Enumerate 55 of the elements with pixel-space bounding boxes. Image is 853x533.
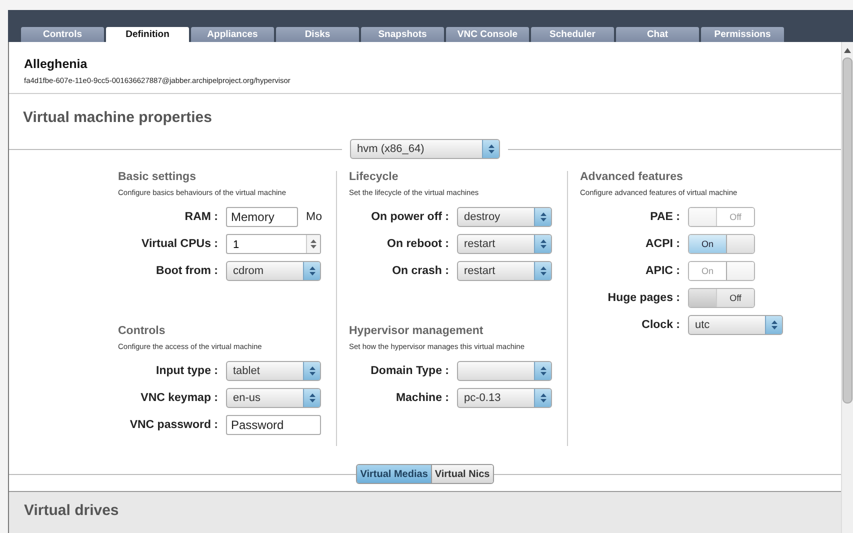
dropdown-arrows-icon — [308, 393, 316, 403]
select-field[interactable]: cdrom — [226, 261, 321, 281]
dropdown-arrows-icon — [540, 366, 546, 376]
toggle-switch[interactable]: On — [688, 234, 755, 254]
dropdown-arrows-icon — [770, 320, 778, 330]
field-label: VNC keymap : — [140, 392, 218, 404]
segment-tab[interactable]: Virtual Medias — [357, 465, 431, 483]
group-title: Controls — [118, 325, 166, 337]
dropdown-arrows-icon — [308, 266, 316, 276]
field-label: Boot from : — [155, 265, 218, 277]
vm-name: Alleghenia — [24, 57, 88, 71]
toggle-switch[interactable]: Off — [688, 288, 755, 308]
field-label: On power off : — [370, 211, 449, 223]
select-field[interactable]: restart — [457, 261, 552, 281]
input-field[interactable]: Memory — [226, 207, 298, 227]
select-field[interactable]: restart — [457, 234, 552, 254]
dropdown-arrows-icon — [540, 239, 546, 249]
field-label: Domain Type : — [370, 365, 449, 377]
field-label: Clock : — [640, 319, 680, 331]
field-label: Virtual CPUs : — [140, 238, 218, 250]
select-field[interactable]: en-us — [226, 388, 321, 408]
unit-label: Mo — [306, 211, 322, 223]
select-field[interactable]: pc-0.13 — [457, 388, 552, 408]
field-label: Huge pages : — [606, 292, 680, 304]
field-label: Machine : — [394, 392, 449, 404]
group-title: Hypervisor management — [349, 325, 484, 337]
input-field[interactable]: Password — [226, 415, 321, 435]
field-label: Input type : — [155, 365, 218, 377]
section-title: Virtual drives — [23, 501, 120, 521]
group-title: Lifecycle — [349, 171, 400, 183]
field-label: PAE : — [649, 211, 680, 223]
number-field[interactable]: 1 — [226, 234, 321, 254]
select-field[interactable]: tablet — [226, 361, 321, 381]
segment-tab[interactable]: Virtual Nics — [430, 465, 493, 483]
group-title: Advanced features — [580, 171, 684, 183]
field-label: RAM : — [184, 211, 218, 223]
field-label: On reboot : — [386, 238, 449, 250]
dropdown-arrows-icon — [540, 212, 546, 222]
section-title: Virtual machine properties — [22, 108, 213, 128]
field-label: ACPI : — [644, 238, 680, 250]
select-field[interactable]: destroy — [457, 207, 552, 227]
select-field[interactable]: utc — [688, 315, 783, 335]
dropdown-arrows-icon — [540, 393, 546, 403]
group-title: Basic settings — [118, 171, 197, 183]
field-label: On crash : — [391, 265, 449, 277]
stepper-arrows-icon — [310, 239, 317, 249]
select-field[interactable] — [457, 361, 552, 381]
dropdown-arrows-icon — [540, 266, 546, 276]
scrollbar-drawing[interactable] — [842, 46, 853, 406]
architecture-select[interactable]: hvm (x86_64) — [350, 139, 500, 159]
field-label: VNC password : — [128, 419, 218, 431]
tab[interactable]: Definition — [106, 27, 189, 42]
dropdown-arrows-icon — [488, 144, 494, 154]
field-label: APIC : — [644, 265, 680, 277]
dropdown-arrows-icon — [308, 366, 316, 376]
